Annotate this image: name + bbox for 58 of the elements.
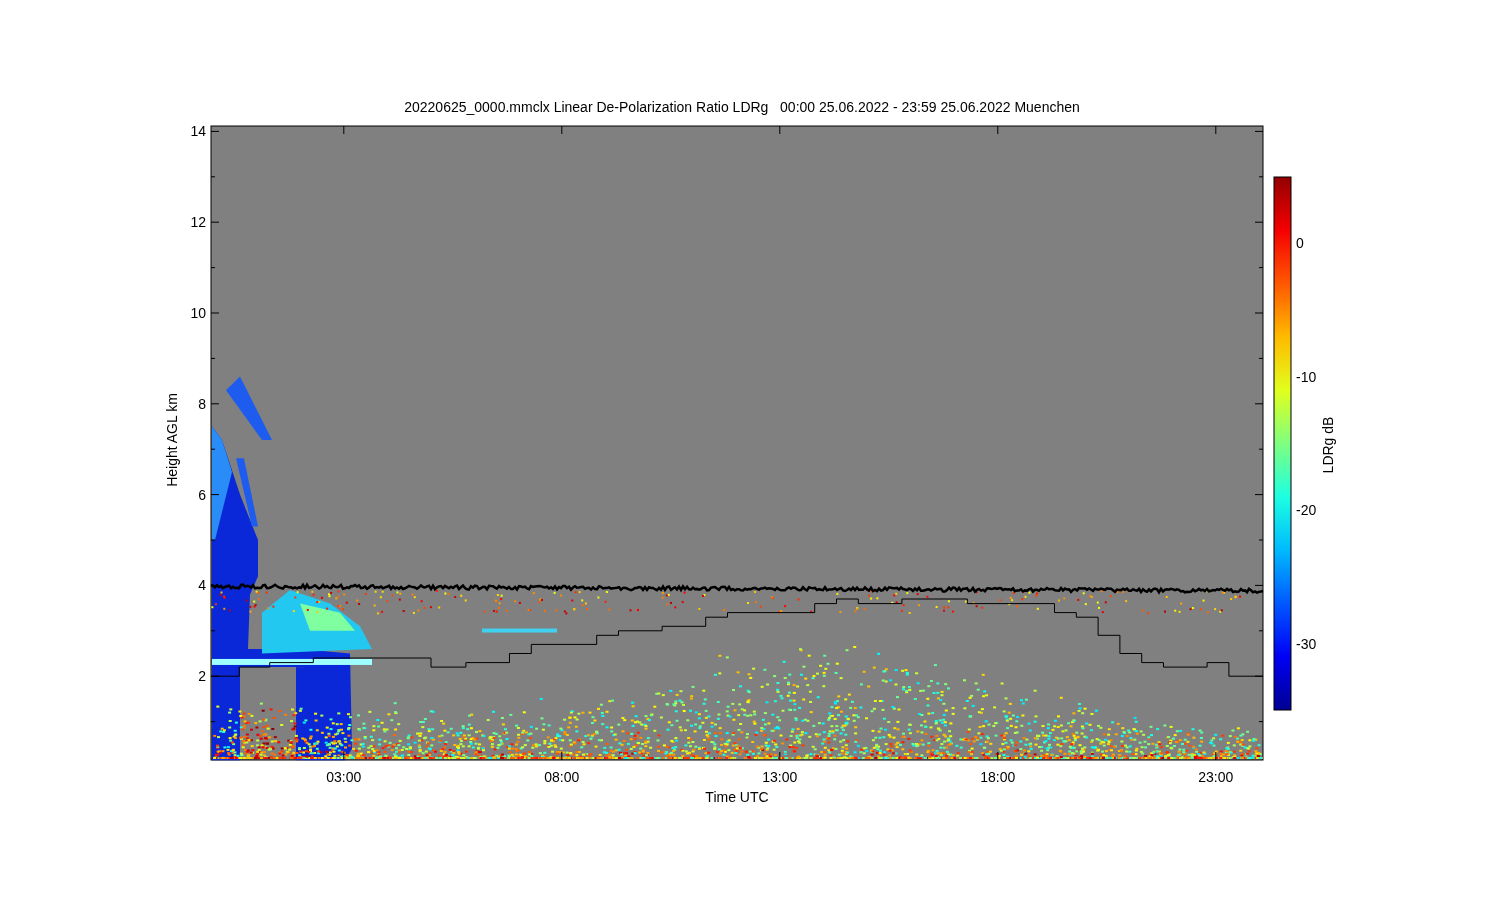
tick-mark (1254, 130, 1264, 132)
tick-mark (210, 221, 220, 223)
tick-mark (1215, 751, 1217, 761)
colorbar-tick-label: -20 (1296, 502, 1317, 518)
tick-mark (210, 494, 220, 496)
tick-mark (1258, 176, 1264, 178)
tick-mark (210, 176, 216, 178)
tick-mark (997, 125, 999, 135)
x-tick-label: 13:00 (762, 769, 798, 785)
tick-mark (1258, 721, 1264, 723)
y-tick-label: 14 (190, 123, 206, 140)
x-tick-label: 03:00 (326, 769, 362, 785)
colorbar-label: LDRg dB (1320, 416, 1336, 474)
y-tick-label: 10 (190, 305, 206, 321)
y-tick-label: 2 (198, 668, 206, 685)
tick-mark (779, 125, 781, 135)
tick-mark (210, 675, 220, 677)
tick-mark (997, 751, 999, 761)
tick-mark (779, 751, 781, 761)
tick-mark (1258, 539, 1264, 541)
tick-mark (210, 357, 216, 359)
y-tick-label: 4 (198, 577, 206, 594)
y-tick-label: 12 (190, 214, 206, 231)
tick-mark (1254, 675, 1264, 677)
colorbar-tick-label: -10 (1296, 368, 1317, 385)
tick-mark (343, 125, 345, 135)
colorbar-tick-label: 0 (1296, 235, 1304, 251)
tick-mark (1215, 125, 1217, 135)
tick-mark (1258, 630, 1264, 632)
tick-mark (1254, 312, 1264, 314)
tick-mark (1254, 403, 1264, 405)
tick-mark (1258, 357, 1264, 359)
tick-mark (1254, 584, 1264, 586)
tick-mark (210, 312, 220, 314)
x-tick-label: 18:00 (980, 769, 1016, 785)
tick-mark (1254, 494, 1264, 496)
tick-mark (1254, 221, 1264, 223)
tick-mark (561, 751, 563, 761)
x-axis-label: Time UTC (705, 789, 769, 805)
tick-mark (210, 267, 216, 269)
x-tick-label: 23:00 (1198, 769, 1234, 785)
chart-title: 20220625_0000.mmclx Linear De-Polarization Ratio LDRg 00:00 25.06.2022 - 23:59 25.06.2022 Muenchen (404, 99, 1080, 115)
tick-mark (1258, 448, 1264, 450)
colorbar-tick-label: -30 (1296, 635, 1317, 652)
tick-mark (210, 584, 220, 586)
tick-mark (343, 751, 345, 761)
tick-mark (1258, 267, 1264, 269)
tick-mark (210, 403, 220, 405)
tick-mark (210, 130, 220, 132)
y-axis-label: Height AGL km (164, 393, 180, 487)
tick-mark (210, 539, 216, 541)
y-tick-label: 8 (198, 395, 206, 412)
tick-mark (210, 721, 216, 723)
x-tick-label: 08:00 (544, 769, 580, 785)
tick-mark (210, 630, 216, 632)
tick-mark (561, 125, 563, 135)
tick-mark (210, 448, 216, 450)
y-tick-label: 6 (198, 486, 206, 503)
